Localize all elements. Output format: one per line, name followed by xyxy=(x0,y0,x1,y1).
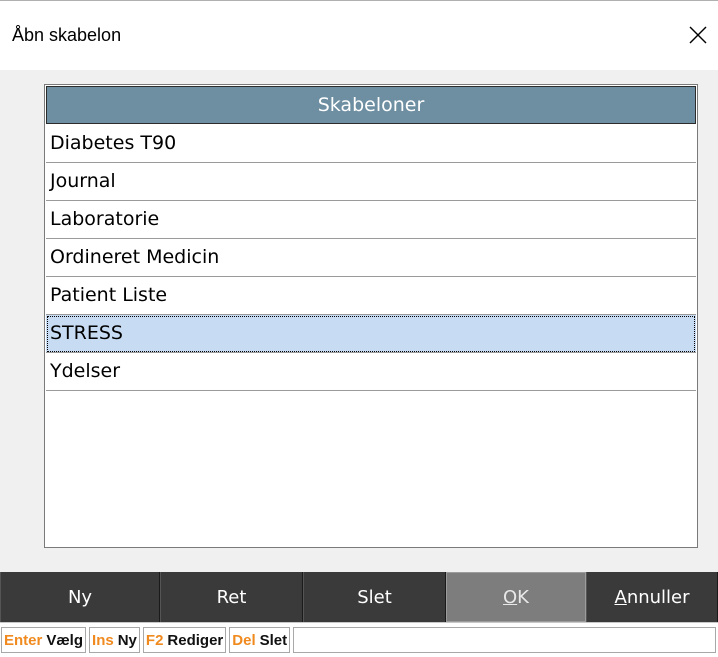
list-column-header[interactable]: Skabeloner xyxy=(46,86,696,124)
new-button-label: Ny xyxy=(67,586,93,608)
list-item[interactable]: Patient Liste xyxy=(46,277,696,315)
new-button[interactable]: Ny xyxy=(0,572,160,622)
shortcut-key: Del xyxy=(232,631,256,649)
shortcut-status-bar: Enter Vælg Ins Ny F2 Rediger Del Slet xyxy=(0,622,718,657)
shortcut-action: Rediger xyxy=(167,631,224,649)
shortcut-del: Del Slet xyxy=(229,627,291,653)
list-item-selected[interactable]: STRESS xyxy=(46,315,696,353)
template-listbox[interactable]: Skabeloner Diabetes T90 Journal Laborato… xyxy=(44,84,698,548)
dialog-titlebar: Åbn skabelon xyxy=(0,0,718,71)
list-item[interactable]: Journal xyxy=(46,163,696,201)
ok-button-label: OK xyxy=(503,586,529,608)
shortcut-key: F2 xyxy=(145,631,164,649)
close-button[interactable] xyxy=(678,15,718,55)
ok-button[interactable]: OK xyxy=(446,572,586,622)
cancel-button[interactable]: Annuller xyxy=(586,572,718,622)
edit-button[interactable]: Ret xyxy=(160,572,303,622)
dialog-title: Åbn skabelon xyxy=(12,25,122,45)
list-item[interactable]: Laboratorie xyxy=(46,201,696,239)
shortcut-action: Vælg xyxy=(46,631,84,649)
close-icon xyxy=(689,26,707,44)
delete-button[interactable]: Slet xyxy=(303,572,446,622)
list-item[interactable]: Diabetes T90 xyxy=(46,125,696,163)
shortcut-f2: F2 Rediger xyxy=(142,627,227,653)
shortcut-ins: Ins Ny xyxy=(89,627,140,653)
list-rows: Diabetes T90 Journal Laboratorie Ordiner… xyxy=(46,125,696,391)
button-bar: Ny Ret Slet OK Annuller xyxy=(0,572,718,622)
delete-button-label: Slet xyxy=(357,586,392,608)
shortcut-action: Ny xyxy=(117,631,137,649)
edit-button-label: Ret xyxy=(216,586,247,608)
shortcut-key: Ins xyxy=(92,631,114,649)
list-item[interactable]: Ordineret Medicin xyxy=(46,239,696,277)
shortcut-key: Enter xyxy=(4,631,43,649)
list-item[interactable]: Ydelser xyxy=(46,353,696,391)
cancel-button-label: Annuller xyxy=(614,586,690,608)
shortcut-action: Slet xyxy=(259,631,288,649)
shortcut-enter: Enter Vælg xyxy=(1,627,87,653)
status-field xyxy=(293,627,716,653)
